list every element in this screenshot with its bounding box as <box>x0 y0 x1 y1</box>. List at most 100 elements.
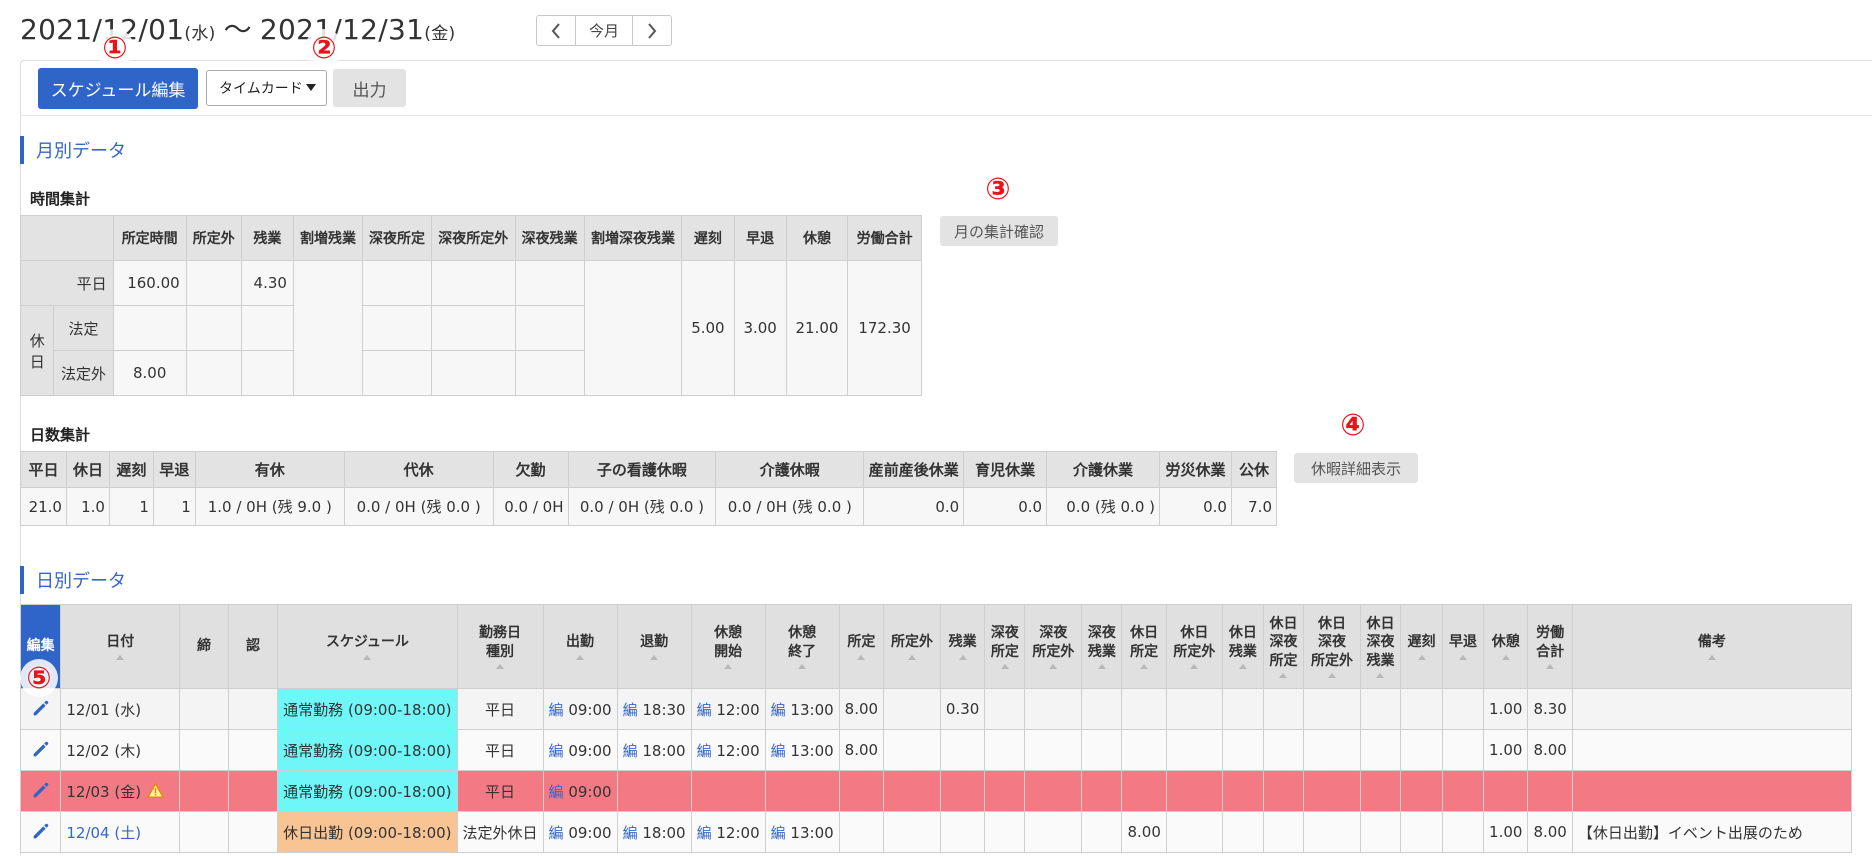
date-range: 2021/12/01(水) 〜 2021/12/31(金) <box>20 8 455 48</box>
clock-out-cell[interactable] <box>616 770 692 812</box>
cell <box>514 305 585 351</box>
daily-col-header[interactable]: 休憩 終了 <box>764 604 840 689</box>
sort-icon <box>1707 654 1716 660</box>
daily-col-header[interactable]: 深夜 所定外 <box>1024 604 1083 689</box>
daily-col-header[interactable]: 所定 <box>838 604 885 689</box>
daily-col-header[interactable]: 深夜 所定 <box>984 604 1026 689</box>
sort-icon <box>1501 654 1510 660</box>
date-text: 12/02 (木) <box>66 741 142 760</box>
late-cell <box>1400 770 1443 812</box>
header-text: 休憩 <box>1491 634 1520 651</box>
header-text: 日付 <box>106 634 135 651</box>
clock-in-cell[interactable]: 編 09:00 <box>542 811 618 853</box>
daily-row: 12/01 (水) 通常勤務 (09:00-18:00) 平日編 09:00 編 18… <box>19 688 1853 730</box>
clock-in-cell[interactable]: 編 09:00 <box>542 770 618 812</box>
cell <box>430 305 516 351</box>
schedule-edit-button[interactable]: スケジュール編集 <box>38 68 198 109</box>
night-scheduled-cell <box>984 811 1026 853</box>
daily-col-header[interactable]: 日付 <box>60 604 181 689</box>
col-header: 休憩 <box>785 215 849 261</box>
daily-col-header[interactable]: 休日 深夜 残業 <box>1359 604 1402 689</box>
daily-col-header[interactable]: 休日 深夜 所定 <box>1262 604 1305 689</box>
daily-col-header[interactable]: 早退 <box>1441 604 1485 689</box>
late-cell <box>1400 729 1443 771</box>
toolbar-divider <box>20 115 1872 116</box>
daily-col-header[interactable]: 所定外 <box>883 604 941 689</box>
daily-col-header[interactable]: 休日 所定 <box>1121 604 1167 689</box>
daily-col-header[interactable]: 休日 所定外 <box>1165 604 1223 689</box>
next-month-button[interactable] <box>633 16 671 45</box>
days-value: 1.0 <box>65 487 110 526</box>
this-month-button[interactable]: 今月 <box>575 16 633 45</box>
days-col-header: 欠勤 <box>492 451 569 488</box>
break-start-cell[interactable]: 編 12:00 <box>690 688 766 730</box>
days-value: 1 <box>152 487 196 526</box>
sort-icon <box>576 654 585 660</box>
break-start-cell[interactable]: 編 12:00 <box>690 811 766 853</box>
daily-col-header[interactable]: 休憩 開始 <box>690 604 766 689</box>
daily-col-header[interactable]: 出勤 <box>542 604 618 689</box>
date-cell[interactable]: 12/03 (金) <box>60 770 181 812</box>
clock-in-cell[interactable]: 編 09:00 <box>542 729 618 771</box>
monthly-summary-button[interactable]: 月の集計確認 <box>940 216 1058 246</box>
break-end-cell[interactable] <box>764 770 840 812</box>
col-header: 残業 <box>240 215 294 261</box>
header-text: 休日 <box>1130 625 1159 642</box>
holiday-overtime-cell <box>1221 811 1264 853</box>
date-cell[interactable]: 12/01 (水) <box>60 688 181 730</box>
edit-button[interactable] <box>19 811 62 853</box>
break-end-cell[interactable]: 編 13:00 <box>764 729 840 771</box>
daily-col-header[interactable]: 退勤 <box>616 604 692 689</box>
work-total-cell <box>1527 770 1573 812</box>
daily-col-header[interactable]: 備考 <box>1571 604 1853 689</box>
break-start-cell[interactable]: 編 12:00 <box>690 729 766 771</box>
cell <box>583 260 683 396</box>
weekday-overtime: 4.30 <box>240 260 294 306</box>
break-end-cell[interactable]: 編 13:00 <box>764 688 840 730</box>
prev-month-button[interactable] <box>537 16 575 45</box>
edited-mark: 編 <box>770 823 786 842</box>
daily-row: 12/02 (木) 通常勤務 (09:00-18:00) 平日編 09:00 編 18… <box>19 729 1853 771</box>
col-header: 労働合計 <box>847 215 922 261</box>
header-text: 残業 <box>1366 652 1395 669</box>
clock-out-cell[interactable]: 編 18:00 <box>616 729 692 771</box>
daily-col-header[interactable]: 勤務日 種別 <box>456 604 544 689</box>
daily-col-header[interactable]: スケジュール <box>277 604 458 689</box>
daily-col-header[interactable]: 残業 <box>939 604 986 689</box>
workday-type-cell: 法定外休日 <box>456 811 544 853</box>
approve-cell <box>227 770 279 812</box>
break-cell: 1.00 <box>1483 811 1529 853</box>
daily-col-header[interactable]: 休憩 <box>1483 604 1529 689</box>
daily-col-header[interactable]: 休日 深夜 所定外 <box>1303 604 1361 689</box>
break-end-cell[interactable]: 編 13:00 <box>764 811 840 853</box>
col-header: 割増深夜残業 <box>583 215 683 261</box>
header-text: 勤務日 <box>479 625 522 642</box>
days-value: 0.0 / 0H <box>492 487 569 526</box>
header-text: 所定外 <box>890 634 933 651</box>
date-text: 12/04 (土) <box>66 823 142 842</box>
clock-out-cell[interactable]: 編 18:00 <box>616 811 692 853</box>
edit-button[interactable] <box>19 729 62 771</box>
night-non-scheduled-cell <box>1024 729 1083 771</box>
daily-col-header[interactable]: 労働 合計 <box>1527 604 1573 689</box>
date-cell[interactable]: 12/04 (土) <box>60 811 181 853</box>
daily-col-header[interactable]: 遅刻 <box>1400 604 1443 689</box>
header-text: 早退 <box>1449 634 1477 651</box>
break-total: 21.00 <box>785 260 849 396</box>
daily-col-header[interactable]: 深夜 残業 <box>1081 604 1123 689</box>
clock-in-cell[interactable]: 編 09:00 <box>542 688 618 730</box>
daily-col-header[interactable]: 休日 残業 <box>1221 604 1264 689</box>
edited-mark: 編 <box>622 741 638 760</box>
early-cell <box>1441 770 1485 812</box>
output-type-select[interactable]: タイムカード <box>206 70 327 106</box>
sort-icon <box>1238 663 1247 669</box>
leave-detail-button[interactable]: 休暇詳細表示 <box>1294 453 1418 483</box>
clock-out-cell[interactable]: 編 18:30 <box>616 688 692 730</box>
schedule-cell: 通常勤務 (09:00-18:00) <box>277 729 458 771</box>
output-button[interactable]: 出力 <box>333 69 406 107</box>
header-text: 深夜 <box>1317 634 1346 651</box>
break-start-cell[interactable] <box>690 770 766 812</box>
edit-button[interactable] <box>19 770 62 812</box>
date-cell[interactable]: 12/02 (木) <box>60 729 181 771</box>
sort-icon <box>1327 672 1336 678</box>
